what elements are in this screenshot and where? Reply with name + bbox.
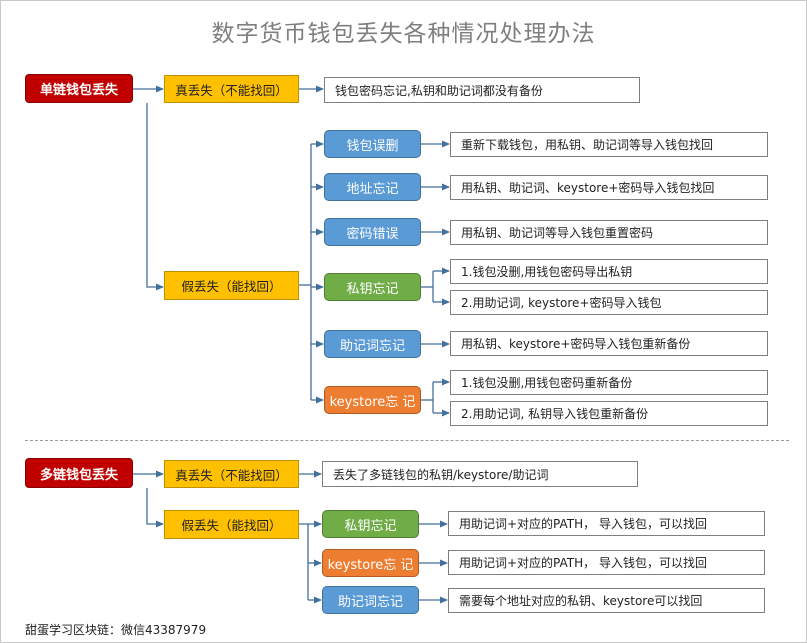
case-wrong-password: 密码错误	[324, 218, 421, 246]
multi-case-private-key: 私钥忘记	[322, 510, 419, 538]
case-keystore-detail-1: 1.钱包没删,用钱包密码重新备份	[450, 370, 768, 395]
case-wrong-password-detail: 用私钥、助记词等导入钱包重置密码	[450, 220, 768, 245]
section-divider	[25, 440, 789, 441]
case-keystore-forgotten: keystore忘 记	[324, 386, 421, 414]
multi-case-mnemonic-detail: 需要每个地址对应的私钥、keystore可以找回	[448, 588, 765, 613]
multi-case-keystore: keystore忘 记	[322, 549, 419, 577]
multi-fake-loss: 假丢失（能找回）	[164, 510, 299, 539]
case-wallet-deleted: 钱包误删	[324, 130, 421, 158]
multi-chain-root: 多链钱包丢失	[25, 458, 133, 488]
case-keystore-detail-2: 2.用助记词, 私钥导入钱包重新备份	[450, 401, 768, 426]
case-address-forgotten-detail: 用私钥、助记词、keystore+密码导入钱包找回	[450, 175, 768, 200]
multi-real-loss: 真丢失（不能找回）	[164, 460, 299, 488]
diagram-title: 数字货币钱包丢失各种情况处理办法	[211, 21, 596, 47]
case-mnemonic-forgotten-detail: 用私钥、keystore+密码导入钱包重新备份	[450, 331, 768, 356]
case-mnemonic-forgotten: 助记词忘记	[324, 330, 421, 358]
multi-real-loss-detail: 丢失了多链钱包的私钥/keystore/助记词	[322, 461, 638, 487]
case-private-key-detail-1: 1.钱包没删,用钱包密码导出私钥	[450, 259, 768, 284]
multi-case-private-key-detail: 用助记词+对应的PATH， 导入钱包，可以找回	[448, 511, 765, 536]
case-private-key-forgotten: 私钥忘记	[324, 273, 421, 301]
case-private-key-detail-2: 2.用助记词, keystore+密码导入钱包	[450, 290, 768, 315]
single-real-loss: 真丢失（不能找回）	[164, 75, 299, 103]
multi-case-mnemonic: 助记词忘记	[322, 586, 419, 614]
single-fake-loss: 假丢失（能找回）	[164, 271, 299, 300]
case-address-forgotten: 地址忘记	[324, 173, 421, 201]
footer-credit: 甜蛋学习区块链：微信43387979	[25, 623, 207, 637]
single-chain-root: 单链钱包丢失	[25, 74, 133, 103]
multi-case-keystore-detail: 用助记词+对应的PATH， 导入钱包，可以找回	[448, 550, 765, 575]
case-wallet-deleted-detail: 重新下载钱包，用私钥、助记词等导入钱包找回	[450, 132, 768, 157]
single-real-loss-detail: 钱包密码忘记,私钥和助记词都没有备份	[324, 77, 640, 103]
